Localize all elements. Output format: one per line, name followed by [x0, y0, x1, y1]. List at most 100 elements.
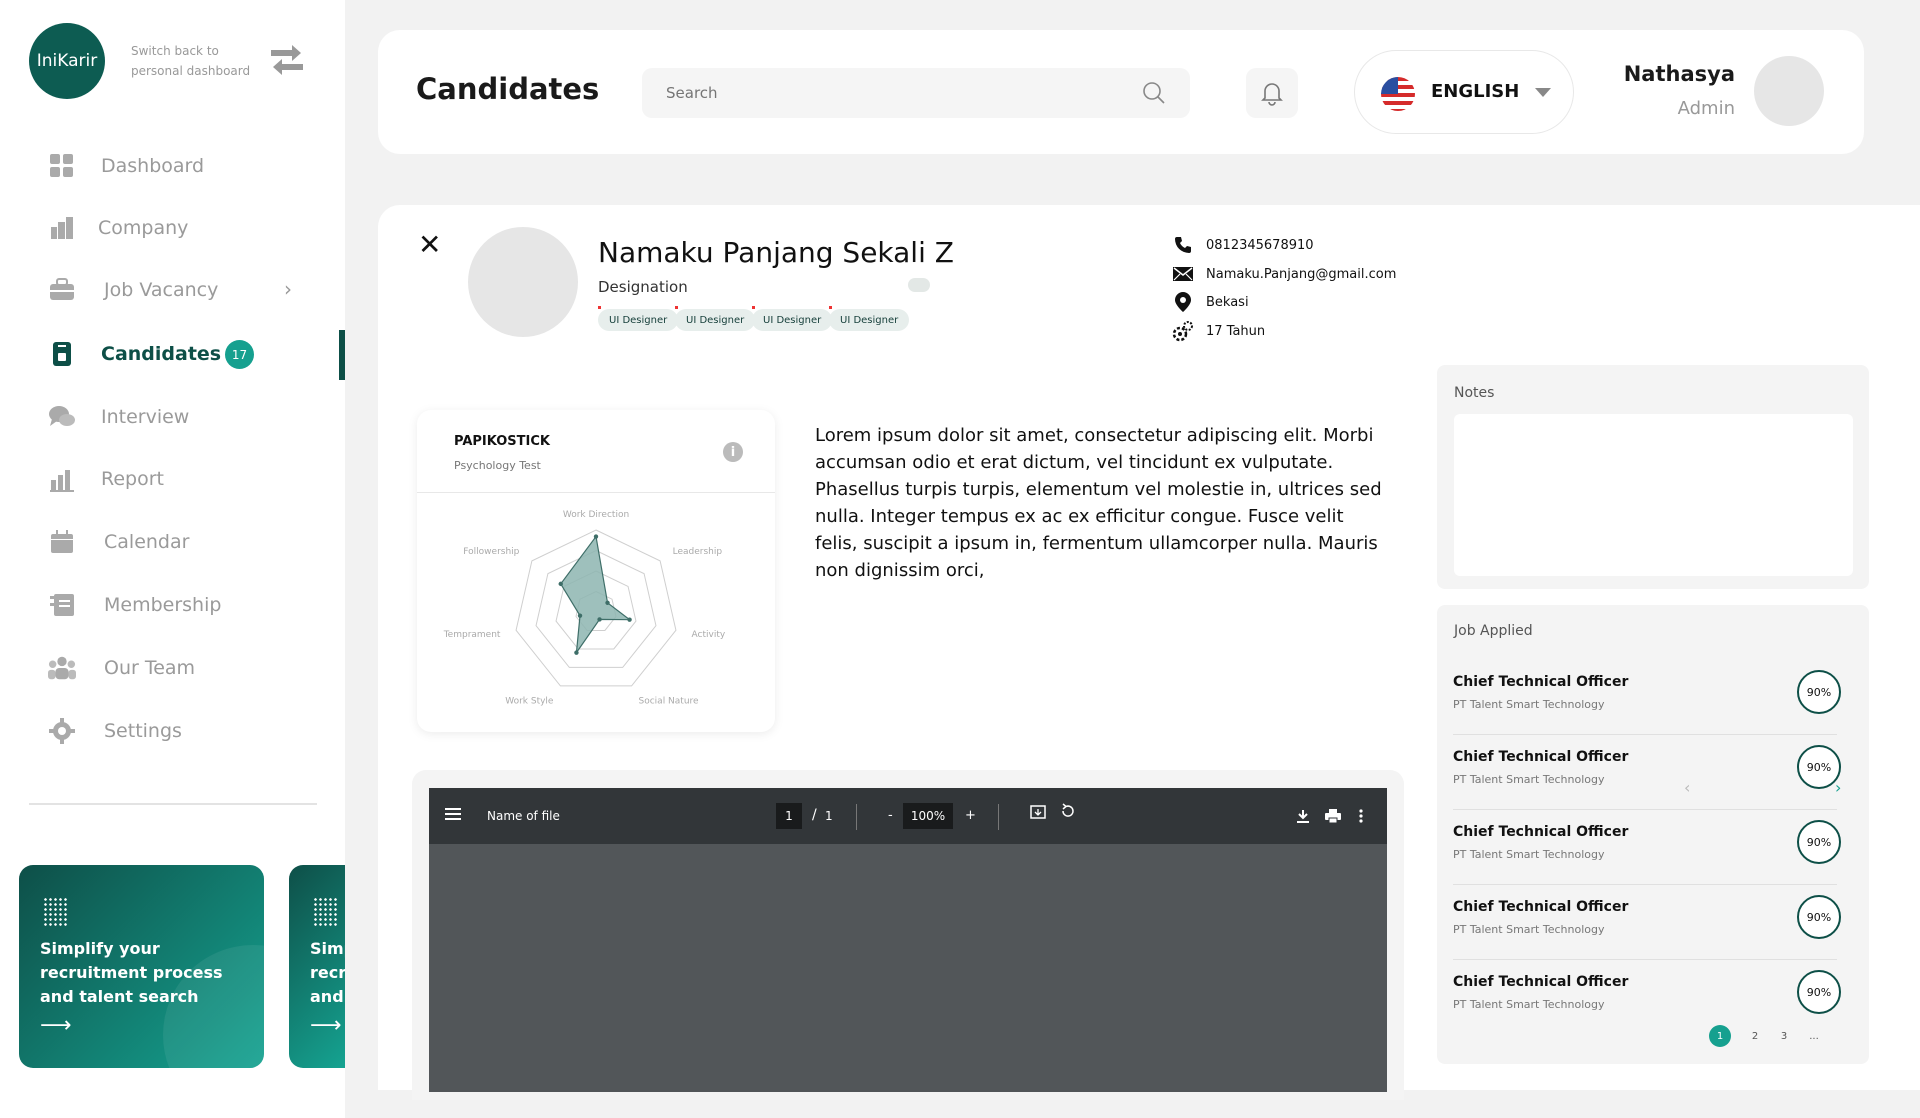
dots-pattern-icon [43, 897, 67, 927]
pdf-document-area[interactable] [429, 844, 1387, 1092]
candidate-name: Namaku Panjang Sekali Z [598, 236, 954, 269]
sidebar-item-calendar[interactable]: Calendar [0, 517, 345, 567]
promo-line: recruitment process [40, 963, 223, 982]
sidebar-item-label: Membership [104, 594, 222, 616]
bar-chart-icon [48, 465, 76, 493]
sidebar-divider [29, 803, 317, 805]
job-company: PT Talent Smart Technology [1453, 998, 1605, 1011]
company-icon [48, 214, 76, 242]
download-icon[interactable] [1296, 808, 1310, 827]
sidebar-item-job-vacancy[interactable]: Job Vacancy › [0, 265, 345, 315]
language-selector[interactable]: ENGLISH [1354, 50, 1574, 134]
pagination-ellipsis: ... [1809, 1030, 1819, 1042]
page-title: Candidates [416, 72, 600, 106]
promo-line: recruitment process [310, 963, 345, 982]
sidebar-item-settings[interactable]: Settings [0, 706, 345, 756]
job-item[interactable]: Chief Technical Officer PT Talent Smart … [1437, 660, 1869, 735]
job-company: PT Talent Smart Technology [1453, 698, 1605, 711]
job-title: Chief Technical Officer [1453, 674, 1629, 690]
location-pin-icon [1172, 291, 1194, 313]
switch-arrows-icon[interactable] [268, 42, 306, 78]
sidebar-item-candidates[interactable]: Candidates 17 [0, 329, 345, 379]
switch-dashboard-text[interactable]: Switch back to personal dashboard [131, 41, 250, 81]
search-icon[interactable] [1142, 81, 1166, 105]
sidebar-item-interview[interactable]: Interview [0, 392, 345, 442]
print-icon[interactable] [1325, 808, 1341, 827]
sidebar-item-report[interactable]: Report [0, 454, 345, 504]
us-flag-icon [1381, 77, 1415, 111]
notes-textarea[interactable] [1454, 414, 1853, 576]
candidates-icon [48, 340, 76, 368]
status-pill [908, 278, 930, 292]
job-company: PT Talent Smart Technology [1453, 773, 1605, 786]
pagination-page-1[interactable]: 1 [1709, 1025, 1731, 1047]
fit-page-icon[interactable] [1030, 804, 1046, 824]
user-role: Admin [1677, 98, 1735, 119]
sidebar-item-dashboard[interactable]: Dashboard [0, 141, 345, 191]
user-name: Nathasya [1623, 62, 1735, 86]
rotate-icon[interactable] [1060, 803, 1076, 823]
radar-series-area [560, 535, 632, 655]
sidebar-item-membership[interactable]: Membership [0, 580, 345, 630]
zoom-out-button[interactable]: - [888, 808, 893, 823]
radar-point [558, 581, 563, 587]
user-avatar[interactable] [1754, 56, 1824, 126]
toolbar-separator [856, 804, 857, 830]
match-score-badge: 90% [1797, 820, 1841, 864]
app-logo[interactable]: IniKarir [29, 23, 105, 99]
promo-line: Simplify your [310, 939, 345, 958]
language-label: ENGLISH [1431, 81, 1520, 102]
chevron-left-icon[interactable]: ‹ [1684, 778, 1690, 797]
arrow-right-icon[interactable]: ⟶ [310, 1013, 342, 1038]
location-value: Bekasi [1206, 294, 1249, 310]
promo-line: and talent search [310, 987, 345, 1006]
pdf-file-name: Name of file [487, 809, 560, 823]
radar-point [574, 650, 579, 655]
sidebar: IniKarir Switch back to personal dashboa… [0, 0, 345, 1118]
chevron-right-icon[interactable]: › [1835, 778, 1841, 797]
more-vertical-icon[interactable] [1359, 808, 1363, 827]
job-item[interactable]: Chief Technical Officer PT Talent Smart … [1437, 735, 1869, 810]
sidebar-item-label: Interview [101, 406, 190, 428]
candidate-designation: Designation [598, 278, 688, 296]
menu-icon[interactable] [445, 806, 461, 825]
match-score-badge: 90% [1797, 895, 1841, 939]
info-icon[interactable]: i [723, 442, 743, 462]
chevron-down-icon [1535, 88, 1551, 97]
zoom-in-button[interactable]: + [965, 808, 976, 823]
pagination-page-3[interactable]: 3 [1773, 1025, 1795, 1047]
promo-text: Simplify your recruitment process and ta… [40, 937, 223, 1009]
sidebar-item-our-team[interactable]: Our Team [0, 643, 345, 693]
sidebar-item-label: Dashboard [101, 155, 205, 177]
gear-icon [48, 717, 76, 745]
pdf-zoom-input[interactable]: 100% [903, 803, 953, 829]
skill-tag: UI Designer [598, 306, 679, 331]
job-item[interactable]: Chief Technical Officer PT Talent Smart … [1437, 885, 1869, 960]
candidate-avatar [468, 227, 578, 337]
promo-card[interactable]: Simplify your recruitment process and ta… [19, 865, 264, 1068]
papikostick-subtitle: Psychology Test [454, 459, 541, 472]
radar-chart: Work Direction Leadership Activity Social N… [443, 510, 726, 706]
promo-line: and talent search [40, 987, 199, 1006]
toolbar-separator [998, 804, 999, 830]
radar-axis-label: Work Style [505, 696, 554, 706]
bell-icon [1261, 83, 1283, 106]
job-item[interactable]: Chief Technical Officer PT Talent Smart … [1437, 810, 1869, 885]
close-icon[interactable]: ✕ [418, 228, 441, 261]
promo-card-2[interactable]: Simplify your recruitment process and ta… [289, 865, 345, 1068]
contact-location: Bekasi [1172, 291, 1249, 313]
radar-point [627, 617, 632, 622]
notification-button[interactable] [1246, 68, 1298, 118]
promo-text: Simplify your recruitment process and ta… [310, 937, 345, 1009]
pagination-page-2[interactable]: 2 [1744, 1025, 1766, 1047]
calendar-icon [48, 528, 76, 556]
arrow-right-icon[interactable]: ⟶ [40, 1013, 72, 1038]
job-item[interactable]: Chief Technical Officer PT Talent Smart … [1437, 960, 1869, 1035]
contact-email: Namaku.Panjang@gmail.com [1172, 263, 1396, 285]
membership-icon [48, 591, 76, 619]
search-input[interactable] [642, 68, 1190, 118]
chat-icon [48, 403, 76, 431]
sidebar-item-company[interactable]: Company [0, 203, 345, 253]
pdf-page-input[interactable]: 1 [776, 803, 802, 829]
radar-point [593, 534, 599, 539]
